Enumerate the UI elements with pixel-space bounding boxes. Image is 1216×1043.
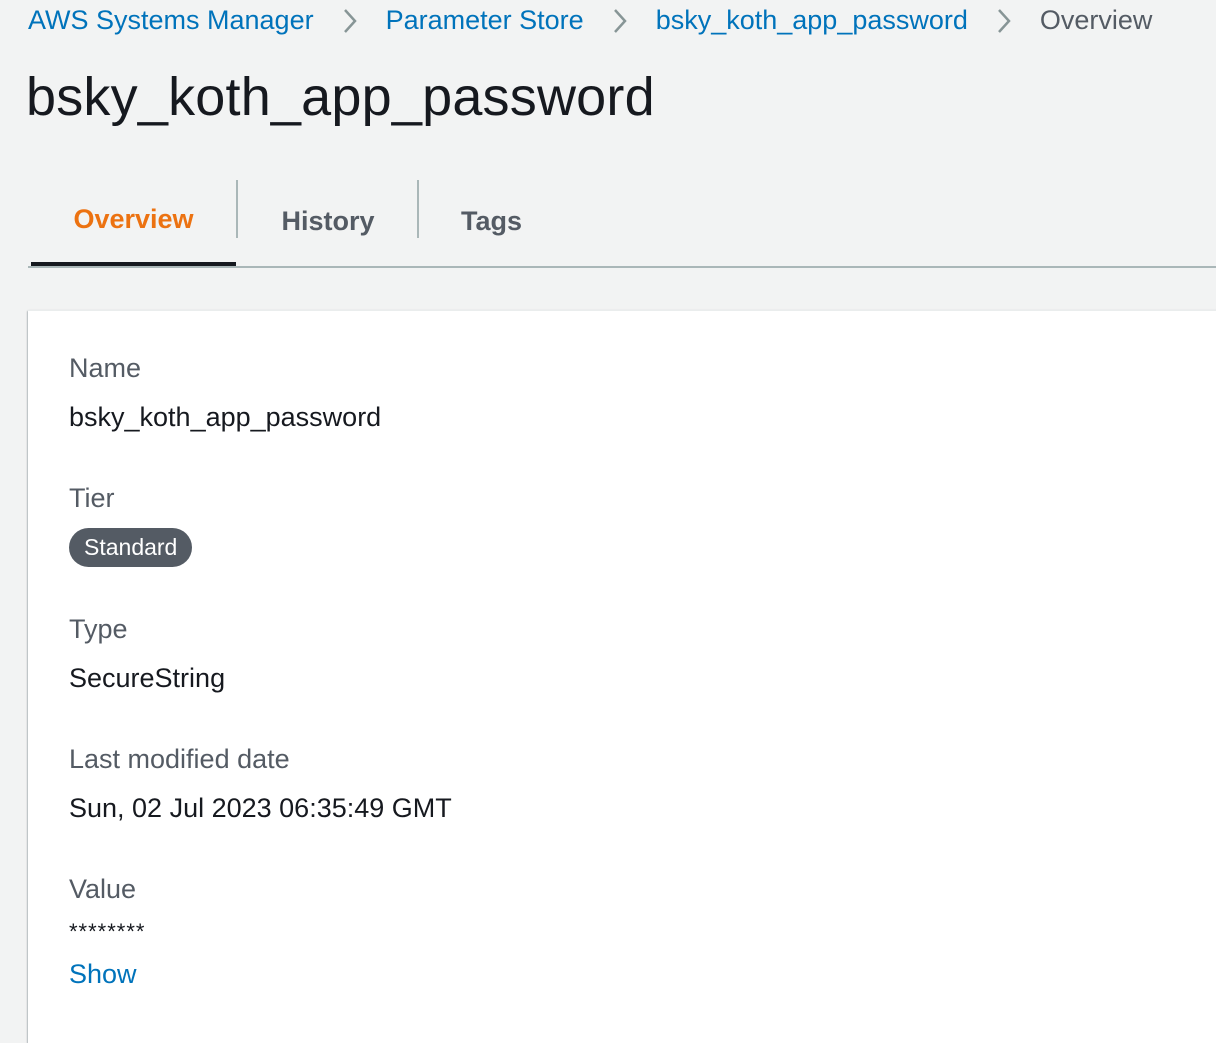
chevron-right-icon [968, 5, 1040, 36]
breadcrumb: AWS Systems Manager Parameter Store bsky… [28, 2, 1152, 38]
breadcrumb-parameter-store[interactable]: Parameter Store [386, 5, 584, 36]
page-title: bsky_koth_app_password [26, 67, 655, 127]
type-field: Type SecureString [69, 614, 225, 694]
chevron-right-icon [584, 5, 656, 36]
tab-tags[interactable]: Tags [419, 176, 564, 266]
name-label: Name [69, 353, 142, 383]
last-modified-label: Last modified date [69, 744, 290, 774]
tier-label: Tier [69, 483, 115, 513]
tab-overview[interactable]: Overview [31, 176, 236, 266]
breadcrumb-systems-manager[interactable]: AWS Systems Manager [28, 5, 314, 36]
name-value: bsky_koth_app_password [69, 402, 382, 432]
show-value-link[interactable]: Show [69, 959, 146, 990]
tier-badge: Standard [69, 528, 193, 567]
last-modified-value: Sun, 02 Jul 2023 06:35:49 GMT [69, 793, 452, 823]
name-field: Name bsky_koth_app_password [69, 353, 381, 433]
tab-history[interactable]: History [238, 176, 418, 266]
parameter-details-panel: Name bsky_koth_app_password Tier Standar… [28, 310, 1216, 1043]
last-modified-field: Last modified date Sun, 02 Jul 2023 06:3… [69, 744, 452, 824]
value-field: Value ******** Show [69, 874, 146, 990]
masked-value: ******** [69, 919, 146, 944]
value-label: Value [69, 874, 137, 904]
breadcrumb-parameter[interactable]: bsky_koth_app_password [656, 5, 968, 36]
type-value: SecureString [69, 663, 226, 693]
tier-field: Tier Standard [69, 483, 193, 567]
chevron-right-icon [314, 5, 386, 36]
breadcrumb-current: Overview [1039, 4, 1153, 35]
type-label: Type [69, 614, 128, 644]
tab-bar: Overview History Tags [28, 176, 1216, 268]
